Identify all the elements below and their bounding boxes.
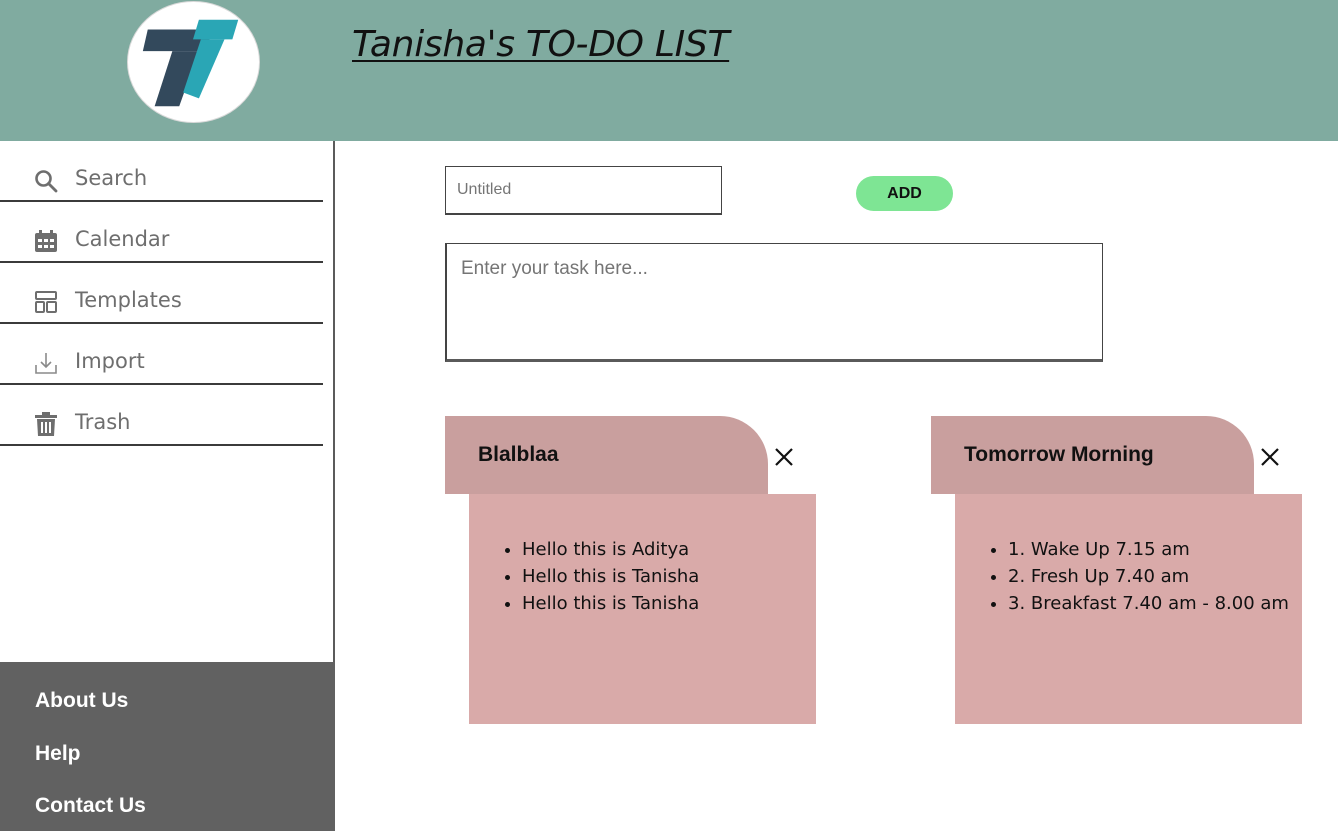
note-list: Hello this is Aditya Hello this is Tanis… — [522, 536, 699, 617]
trash-icon — [33, 411, 59, 437]
import-icon — [33, 350, 59, 376]
list-item: Hello this is Tanisha — [522, 590, 699, 617]
sidebar-item-import[interactable]: Import — [0, 324, 323, 385]
templates-icon — [33, 289, 59, 315]
note-card-header: Blalblaa — [445, 416, 768, 494]
note-list: 1. Wake Up 7.15 am 2. Fresh Up 7.40 am 3… — [1008, 536, 1289, 617]
t-letter-logo — [127, 1, 260, 123]
search-icon — [33, 168, 59, 194]
note-body: 1. Wake Up 7.15 am 2. Fresh Up 7.40 am 3… — [955, 494, 1302, 724]
note-card: Tomorrow Morning 1. Wake Up 7.15 am 2. F… — [931, 416, 1303, 724]
list-item: 1. Wake Up 7.15 am — [1008, 536, 1289, 563]
footer-panel: About Us Help Contact Us — [0, 662, 335, 831]
list-item: 2. Fresh Up 7.40 am — [1008, 563, 1289, 590]
help-link[interactable]: Help — [35, 742, 81, 766]
contact-us-link[interactable]: Contact Us — [35, 794, 146, 818]
note-title: Blalblaa — [478, 443, 559, 466]
app-header: Tanisha's TO-DO LIST — [0, 0, 1338, 141]
note-title-input[interactable] — [445, 166, 722, 215]
calendar-icon — [33, 228, 59, 254]
sidebar-item-label: Calendar — [75, 227, 170, 251]
sidebar-item-label: Search — [75, 166, 148, 190]
about-us-link[interactable]: About Us — [35, 689, 128, 713]
sidebar-item-calendar[interactable]: Calendar — [0, 202, 323, 263]
list-item: Hello this is Aditya — [522, 536, 699, 563]
sidebar-item-search[interactable]: Search — [0, 141, 323, 202]
note-card: Blalblaa Hello this is Aditya Hello this… — [445, 416, 817, 724]
list-item: Hello this is Tanisha — [522, 563, 699, 590]
note-card-header: Tomorrow Morning — [931, 416, 1254, 494]
sidebar-item-templates[interactable]: Templates — [0, 263, 323, 324]
sidebar-item-label: Templates — [75, 288, 182, 312]
add-button[interactable]: ADD — [856, 176, 953, 211]
sidebar-item-label: Trash — [75, 410, 131, 434]
close-icon[interactable] — [1259, 446, 1281, 468]
sidebar-item-trash[interactable]: Trash — [0, 385, 323, 446]
list-item: 3. Breakfast 7.40 am - 8.00 am — [1008, 590, 1289, 617]
note-title: Tomorrow Morning — [964, 443, 1154, 466]
close-icon[interactable] — [773, 446, 795, 468]
sidebar-item-label: Import — [75, 349, 145, 373]
note-body: Hello this is Aditya Hello this is Tanis… — [469, 494, 816, 724]
page-title: Tanisha's TO-DO LIST — [352, 24, 730, 65]
task-input[interactable] — [445, 243, 1103, 362]
